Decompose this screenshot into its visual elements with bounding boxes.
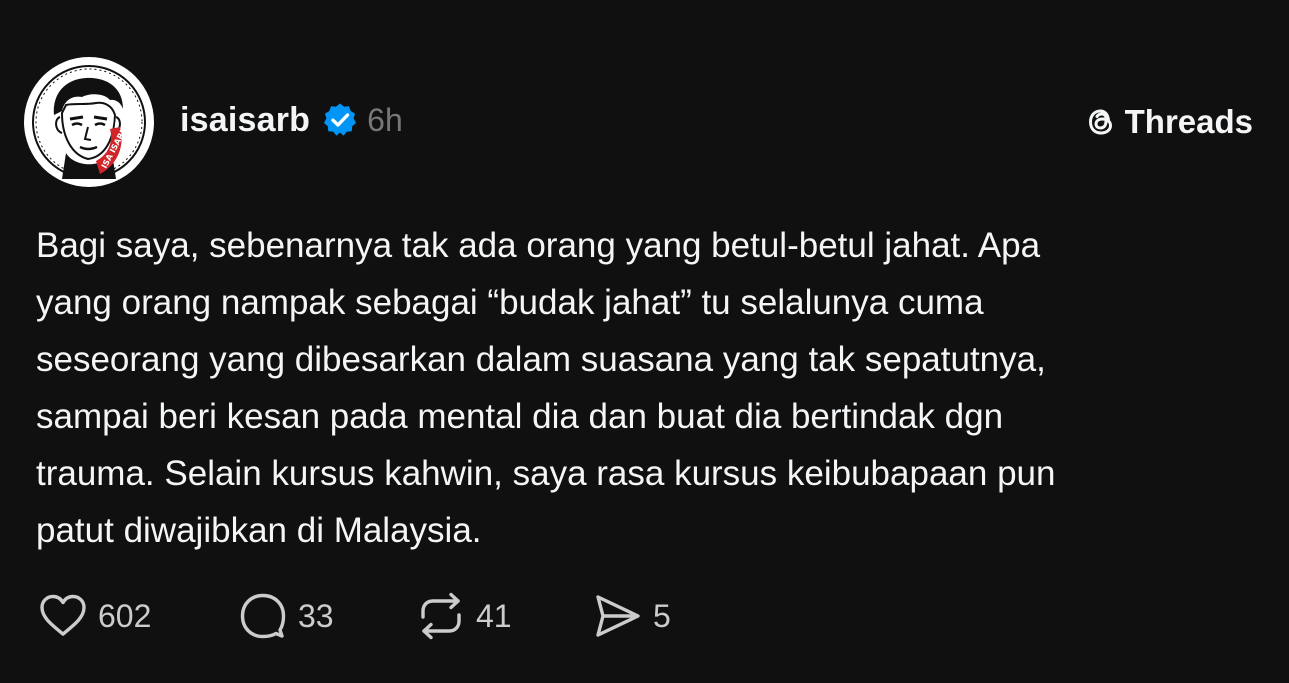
repost-icon (414, 589, 468, 643)
post-text-line: sampai beri kesan pada mental dia dan bu… (36, 397, 1004, 436)
action-bar: 602 33 41 5 (36, 588, 671, 644)
send-icon (591, 589, 645, 643)
verified-badge-icon (322, 102, 358, 138)
post-header: isaisarb 6h (180, 98, 403, 142)
post-text-line: trauma. Selain kursus kahwin, saya rasa … (36, 454, 1056, 493)
reply-count: 33 (298, 597, 334, 634)
repost-count: 41 (476, 597, 512, 634)
threads-brand-name: Threads (1124, 103, 1253, 140)
username[interactable]: isaisarb (180, 101, 310, 140)
repost-button[interactable]: 41 (414, 589, 591, 643)
post-text-line: seseorang yang dibesarkan dalam suasana … (36, 340, 1046, 379)
heart-icon (36, 589, 90, 643)
like-button[interactable]: 602 (36, 589, 236, 643)
post-time: 6h (367, 101, 403, 138)
post-text: Bagi saya, sebenarnya tak ada orang yang… (36, 217, 1236, 559)
avatar[interactable]: ISA ISARB (24, 57, 154, 187)
post-text-line: Bagi saya, sebenarnya tak ada orang yang… (36, 226, 1041, 265)
post-text-line: patut diwajibkan di Malaysia. (36, 511, 482, 550)
threads-brand: Threads (1083, 100, 1253, 144)
threads-logo-icon (1083, 104, 1119, 140)
like-count: 602 (98, 597, 152, 634)
share-count: 5 (653, 597, 671, 634)
post-text-line: yang orang nampak sebagai “budak jahat” … (36, 283, 984, 322)
comment-icon (236, 589, 290, 643)
reply-button[interactable]: 33 (236, 589, 414, 643)
share-button[interactable]: 5 (591, 589, 671, 643)
